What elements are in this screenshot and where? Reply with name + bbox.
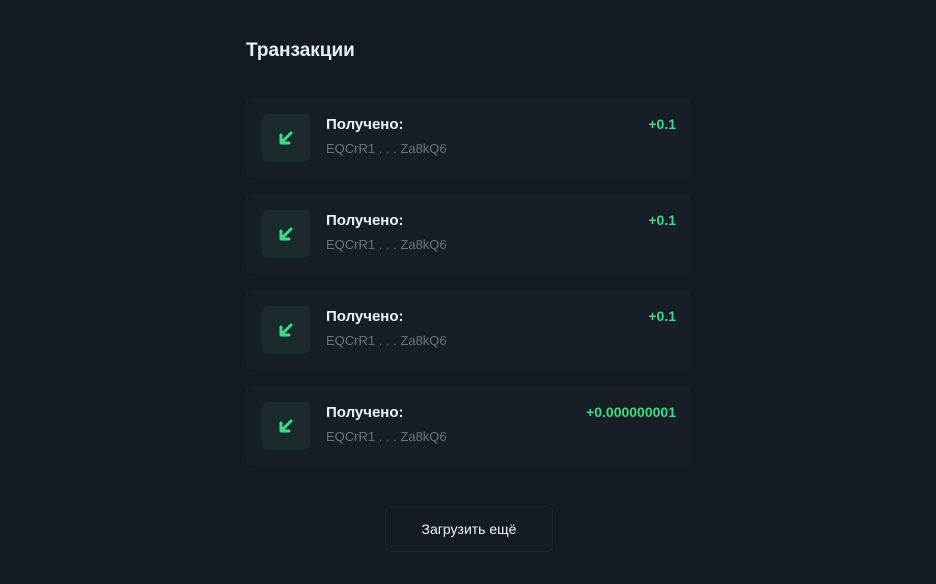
transaction-label: Получено: — [326, 116, 404, 133]
arrow-down-left-icon — [262, 210, 310, 258]
transaction-amount: +0.1 — [648, 116, 676, 132]
transaction-address: EQCrR1 . . . Za8kQ6 — [326, 429, 447, 444]
transactions-section: Транзакции Получено: EQCrR1 . . . Za8kQ6… — [246, 36, 691, 482]
transaction-amount: +0.1 — [648, 308, 676, 324]
load-more-button[interactable]: Загрузить ещё — [385, 506, 553, 552]
transaction-address: EQCrR1 . . . Za8kQ6 — [326, 141, 447, 156]
arrow-down-left-icon — [262, 402, 310, 450]
transaction-row[interactable]: Получено: EQCrR1 . . . Za8kQ6 +0.1 — [246, 290, 691, 370]
page-title: Транзакции — [246, 40, 355, 61]
arrow-down-left-icon — [262, 114, 310, 162]
transactions-page: Транзакции Получено: EQCrR1 . . . Za8kQ6… — [0, 0, 936, 584]
transaction-label: Получено: — [326, 212, 404, 229]
transaction-row[interactable]: Получено: EQCrR1 . . . Za8kQ6 +0.0000000… — [246, 386, 691, 466]
arrow-down-left-icon — [262, 306, 310, 354]
transaction-label: Получено: — [326, 308, 404, 325]
transaction-amount: +0.000000001 — [586, 404, 676, 420]
transaction-amount: +0.1 — [648, 212, 676, 228]
transaction-address: EQCrR1 . . . Za8kQ6 — [326, 237, 447, 252]
transaction-row[interactable]: Получено: EQCrR1 . . . Za8kQ6 +0.1 — [246, 194, 691, 274]
transaction-label: Получено: — [326, 404, 404, 421]
transactions-list: Получено: EQCrR1 . . . Za8kQ6 +0.1 Получ… — [246, 98, 691, 466]
transaction-address: EQCrR1 . . . Za8kQ6 — [326, 333, 447, 348]
transaction-row[interactable]: Получено: EQCrR1 . . . Za8kQ6 +0.1 — [246, 98, 691, 178]
